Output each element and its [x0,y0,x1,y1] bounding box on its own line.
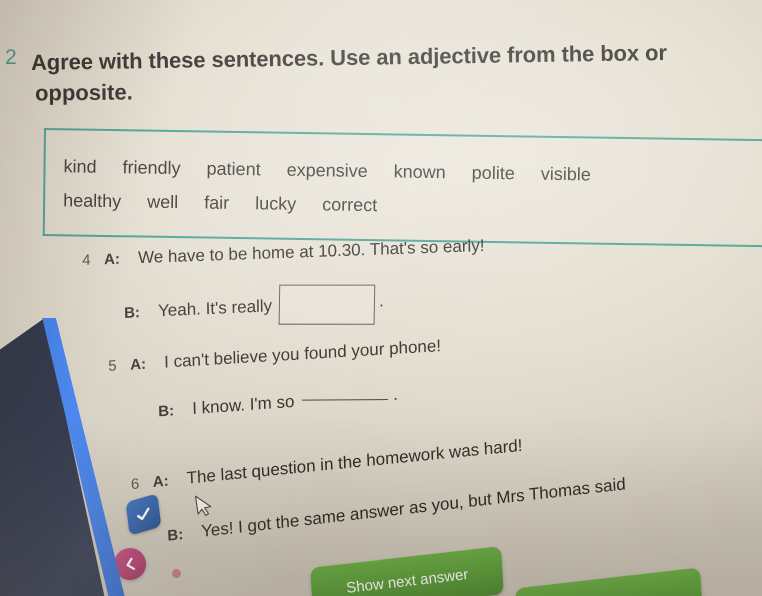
utterance-text: Yes! I got the same answer as you, but M… [200,474,627,541]
item-5-line-b: B: I know. I'm so. [158,385,398,422]
sentence-period: . [378,291,384,311]
pagination-dot[interactable] [155,567,163,575]
check-icon [137,507,150,521]
secondary-action-button[interactable] [515,567,703,596]
word-chip[interactable]: kind [63,156,96,178]
answer-input-box[interactable] [278,284,376,325]
item-number: 6 [130,475,140,494]
item-number: 5 [108,357,117,375]
sentence-period: . [392,384,399,404]
mouse-cursor-icon [194,495,212,517]
word-chip[interactable]: known [394,161,446,183]
exercise-instruction-line-2: opposite. [34,79,133,106]
word-chip[interactable]: expensive [287,160,368,182]
speaker-label: A: [103,250,121,269]
speaker-label: A: [130,355,147,374]
item-4-line-b: B: Yeah. It's really. [124,282,384,334]
item-4-line-a: 4 A: We have to be home at 10.30. That's s… [82,236,485,270]
exercise-instruction-line-1: Agree with these sentences. Use an adjec… [30,40,668,75]
utterance-text: Yeah. It's really [157,296,273,321]
speaker-label: A: [152,472,169,492]
word-bank-box: kind friendly patient expensive known polite v… [42,128,762,248]
word-bank-row-1: kind friendly patient expensive known polite v… [63,156,617,186]
word-chip[interactable]: lucky [255,193,296,215]
pagination-dot[interactable] [172,569,181,578]
check-answer-button[interactable] [125,493,162,536]
answer-blank-line[interactable] [302,399,389,401]
word-chip[interactable]: friendly [122,157,180,179]
content-plane: 2 Agree with these sentences. Use an adj… [0,0,762,596]
word-chip[interactable]: visible [541,164,591,186]
word-chip[interactable]: well [147,192,178,213]
item-5-line-a: 5 A: I can't believe you found your phone! [108,336,441,376]
word-bank-row-2: healthy well fair lucky correct [63,190,403,216]
speaker-label: B: [158,402,175,421]
show-next-answer-button[interactable]: Show next answer [310,546,504,596]
word-chip[interactable]: healthy [63,190,121,212]
utterance-text: We have to be home at 10.30. That's so e… [137,235,485,268]
item-6-line-b: B: Yes! I got the same answer as you, but… [167,474,626,545]
word-chip[interactable]: patient [206,159,260,181]
word-chip[interactable]: correct [322,194,377,216]
exercise-number: 2 [4,45,17,70]
utterance-text: I know. I'm so [191,391,295,419]
utterance-text: I can't believe you found your phone! [163,336,442,372]
speaker-label: B: [123,304,141,323]
item-6-line-a: 6 A: The last question in the homework was… [131,436,523,494]
item-number: 4 [82,251,91,270]
utterance-text: The last question in the homework was ha… [186,435,523,488]
chevron-left-icon [125,557,135,570]
word-chip[interactable]: fair [204,192,229,213]
show-next-answer-label: Show next answer [345,565,469,596]
speaker-label: B: [167,525,184,545]
screenshot-stage: 2 Agree with these sentences. Use an adj… [0,0,762,596]
word-chip[interactable]: polite [472,163,515,185]
